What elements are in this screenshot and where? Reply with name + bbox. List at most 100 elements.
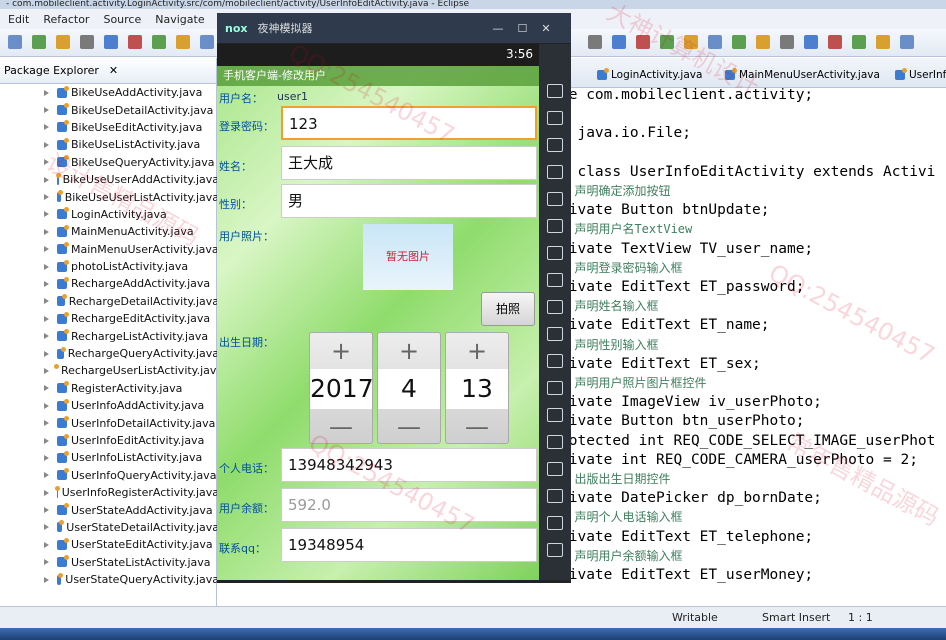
expand-icon[interactable] (44, 472, 49, 479)
emulator-tool-icon[interactable] (547, 543, 563, 557)
file-item[interactable]: RechargeDetailActivity.java (44, 293, 219, 310)
menu-item[interactable]: Navigate (155, 13, 204, 26)
expand-icon[interactable] (44, 315, 49, 322)
file-item[interactable]: BikeUseUserAddActivity.java (44, 171, 219, 188)
file-item[interactable]: UserStateDetailActivity.java (44, 519, 219, 536)
toolbar-icon[interactable] (876, 35, 890, 49)
file-item[interactable]: UserInfoListActivity.java (44, 449, 219, 466)
expand-icon[interactable] (44, 559, 49, 566)
toolbar-icon[interactable] (8, 35, 22, 49)
toolbar-icon[interactable] (732, 35, 746, 49)
file-item[interactable]: UserStateEditActivity.java (44, 536, 219, 553)
minimize-icon[interactable]: — (492, 22, 503, 35)
emulator-tool-icon[interactable] (547, 300, 563, 314)
menu-item[interactable]: Refactor (43, 13, 89, 26)
expand-icon[interactable] (44, 576, 49, 583)
expand-icon[interactable] (44, 524, 49, 531)
toolbar-icon[interactable] (636, 35, 650, 49)
file-item[interactable]: UserInfoDetailActivity.java (44, 414, 219, 431)
emulator-tool-icon[interactable] (547, 273, 563, 287)
password-field[interactable]: 123 (281, 106, 537, 140)
file-item[interactable]: RechargeEditActivity.java (44, 310, 219, 327)
emulator-tool-icon[interactable] (547, 219, 563, 233)
toolbar-icon[interactable] (804, 35, 818, 49)
file-item[interactable]: UserInfoEditActivity.java (44, 432, 219, 449)
toolbar-icon[interactable] (756, 35, 770, 49)
expand-icon[interactable] (44, 280, 49, 287)
emulator-tool-icon[interactable] (547, 111, 563, 125)
toolbar-icon[interactable] (200, 35, 214, 49)
file-item[interactable]: UserInfoAddActivity.java (44, 397, 219, 414)
emulator-tool-icon[interactable] (547, 462, 563, 476)
file-item[interactable]: BikeUseEditActivity.java (44, 119, 219, 136)
expand-icon[interactable] (44, 454, 49, 461)
increment-icon[interactable]: + (310, 333, 372, 369)
file-item[interactable]: UserStateListActivity.java (44, 554, 219, 571)
emulator-tool-icon[interactable] (547, 84, 563, 98)
decrement-icon[interactable]: — (310, 409, 372, 445)
file-item[interactable]: RechargeUserListActivity.java (44, 362, 223, 379)
source-code[interactable]: ge com.mobileclient.activity; t java.io.… (560, 86, 935, 585)
file-item[interactable]: RechargeListActivity.java (44, 327, 219, 344)
emulator-tool-icon[interactable] (547, 516, 563, 530)
decrement-icon[interactable]: — (446, 409, 508, 445)
file-item[interactable]: BikeUseAddActivity.java (44, 84, 219, 101)
expand-icon[interactable] (44, 89, 49, 96)
file-item[interactable]: MainMenuActivity.java (44, 223, 219, 240)
file-item[interactable]: RegisterActivity.java (44, 380, 219, 397)
close-icon[interactable]: ✕ (541, 22, 550, 35)
expand-icon[interactable] (44, 385, 49, 392)
toolbar-icon[interactable] (56, 35, 70, 49)
file-item[interactable]: RechargeAddActivity.java (44, 275, 219, 292)
emulator-tool-icon[interactable] (547, 327, 563, 341)
expand-icon[interactable] (44, 298, 49, 305)
file-item[interactable]: UserStateQueryActivity.java (44, 571, 219, 588)
month-picker[interactable]: +4— (377, 332, 441, 444)
expand-icon[interactable] (44, 402, 49, 409)
phone-field[interactable]: 13948342943 (281, 448, 537, 482)
emulator-tool-icon[interactable] (547, 165, 563, 179)
emulator-tool-icon[interactable] (547, 408, 563, 422)
toolbar-icon[interactable] (900, 35, 914, 49)
expand-icon[interactable] (44, 246, 49, 253)
expand-icon[interactable] (44, 228, 49, 235)
expand-icon[interactable] (44, 159, 49, 166)
expand-icon[interactable] (44, 437, 49, 444)
toolbar-icon[interactable] (32, 35, 46, 49)
emulator-tool-icon[interactable] (547, 192, 563, 206)
menu-item[interactable]: Edit (8, 13, 29, 26)
capture-button[interactable]: 拍照 (481, 292, 535, 326)
toolbar-icon[interactable] (152, 35, 166, 49)
emulator-tool-icon[interactable] (547, 435, 563, 449)
file-item[interactable]: BikeUseListActivity.java (44, 136, 219, 153)
expand-icon[interactable] (44, 489, 49, 496)
user-photo[interactable]: 暂无图片 (363, 224, 453, 290)
expand-icon[interactable] (44, 107, 49, 114)
file-item[interactable]: UserInfoRegisterActivity.java (44, 484, 219, 501)
file-item[interactable]: BikeUseUserListActivity.java (44, 188, 219, 205)
file-item[interactable]: LoginActivity.java (44, 206, 219, 223)
expand-icon[interactable] (44, 507, 49, 514)
toolbar-icon[interactable] (684, 35, 698, 49)
emulator-tool-icon[interactable] (547, 489, 563, 503)
year-picker[interactable]: +2017— (309, 332, 374, 445)
expand-icon[interactable] (44, 194, 49, 201)
menu-item[interactable]: Source (103, 13, 141, 26)
expand-icon[interactable] (44, 141, 49, 148)
toolbar-icon[interactable] (708, 35, 722, 49)
file-item[interactable]: UserStateAddActivity.java (44, 501, 219, 518)
toolbar-icon[interactable] (104, 35, 118, 49)
toolbar-icon[interactable] (80, 35, 94, 49)
day-picker[interactable]: +13— (445, 332, 509, 444)
toolbar-icon[interactable] (660, 35, 674, 49)
file-item[interactable]: MainMenuUserActivity.java (44, 241, 219, 258)
emulator-tool-icon[interactable] (547, 246, 563, 260)
expand-icon[interactable] (44, 367, 49, 374)
emulator-tool-icon[interactable] (547, 381, 563, 395)
decrement-icon[interactable]: — (378, 409, 440, 445)
toolbar-icon[interactable] (176, 35, 190, 49)
file-item[interactable]: photoListActivity.java (44, 258, 219, 275)
toolbar-icon[interactable] (780, 35, 794, 49)
file-item[interactable]: BikeUseDetailActivity.java (44, 101, 219, 118)
editor-tab[interactable]: LoginActivity.java (597, 66, 702, 84)
